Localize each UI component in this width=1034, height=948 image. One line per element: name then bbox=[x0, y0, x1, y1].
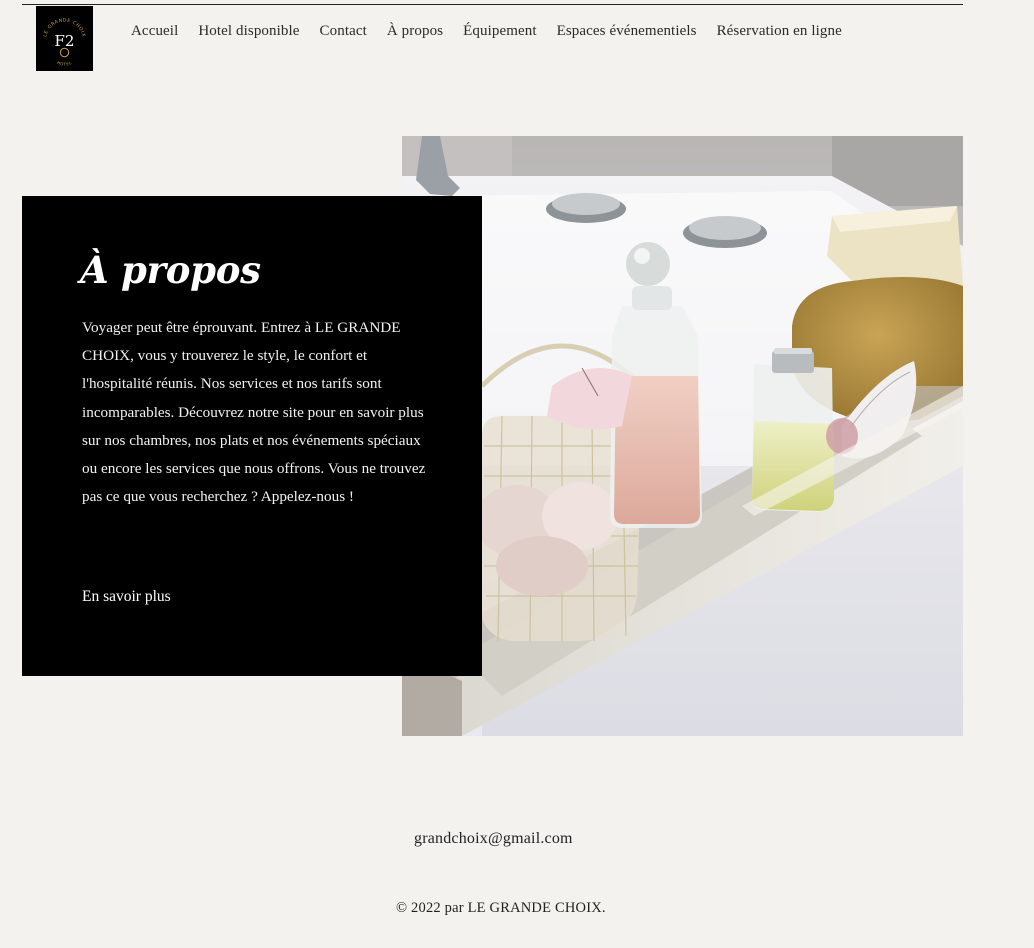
nav-item-espaces-evenementiels[interactable]: Espaces événementiels bbox=[557, 23, 697, 40]
footer-email-link[interactable]: grandchoix@gmail.com bbox=[414, 830, 573, 848]
nav-item-a-propos[interactable]: À propos bbox=[387, 23, 443, 40]
logo-emblem-icon: LE GRANDE CHOIX F2 HOTEL bbox=[42, 17, 86, 67]
nav-item-hotel-disponible[interactable]: Hotel disponible bbox=[198, 23, 299, 40]
bath-spa-photo bbox=[402, 136, 963, 736]
footer-copyright: © 2022 par LE GRANDE CHOIX. bbox=[396, 900, 606, 916]
header-divider bbox=[22, 4, 963, 5]
nav-item-accueil[interactable]: Accueil bbox=[131, 23, 178, 40]
svg-text:HOTEL: HOTEL bbox=[56, 60, 73, 67]
logo-monogram: F2 bbox=[55, 32, 75, 50]
about-description: Voyager peut être éprouvant. Entrez à LE… bbox=[82, 319, 426, 506]
about-title: À propos bbox=[80, 248, 261, 292]
main-navigation: Accueil Hotel disponible Contact À propo… bbox=[131, 20, 862, 42]
learn-more-link[interactable]: En savoir plus bbox=[82, 588, 171, 606]
hotel-logo[interactable]: LE GRANDE CHOIX F2 HOTEL bbox=[36, 6, 93, 71]
nav-item-equipement[interactable]: Équipement bbox=[463, 23, 536, 40]
nav-item-contact[interactable]: Contact bbox=[320, 23, 367, 40]
about-panel: À propos Voyager peut être éprouvant. En… bbox=[22, 196, 482, 676]
bath-spa-illustration bbox=[402, 136, 963, 736]
nav-item-reservation-en-ligne[interactable]: Réservation en ligne bbox=[717, 23, 842, 40]
logo-ring-text-bottom: HOTEL bbox=[56, 60, 72, 67]
